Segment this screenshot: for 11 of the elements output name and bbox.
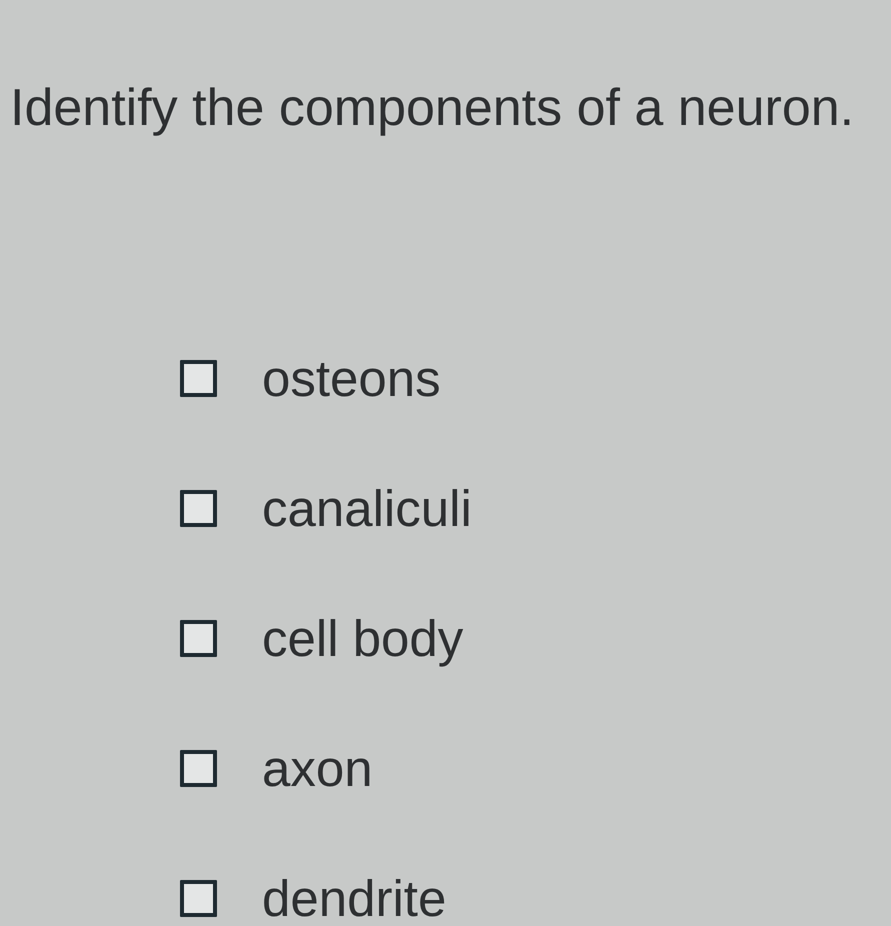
checkbox[interactable] <box>180 880 217 918</box>
checkbox[interactable] <box>180 750 217 788</box>
option-label: cell body <box>262 613 464 664</box>
option-label: dendrite <box>262 873 446 924</box>
checkbox[interactable] <box>180 620 217 658</box>
checkbox[interactable] <box>180 490 217 528</box>
option-label: axon <box>262 743 373 794</box>
question-text: Identify the components of a neuron. <box>10 78 856 139</box>
option-label: osteons <box>262 353 441 404</box>
checkbox[interactable] <box>180 360 217 398</box>
option-label: canaliculi <box>262 483 472 534</box>
